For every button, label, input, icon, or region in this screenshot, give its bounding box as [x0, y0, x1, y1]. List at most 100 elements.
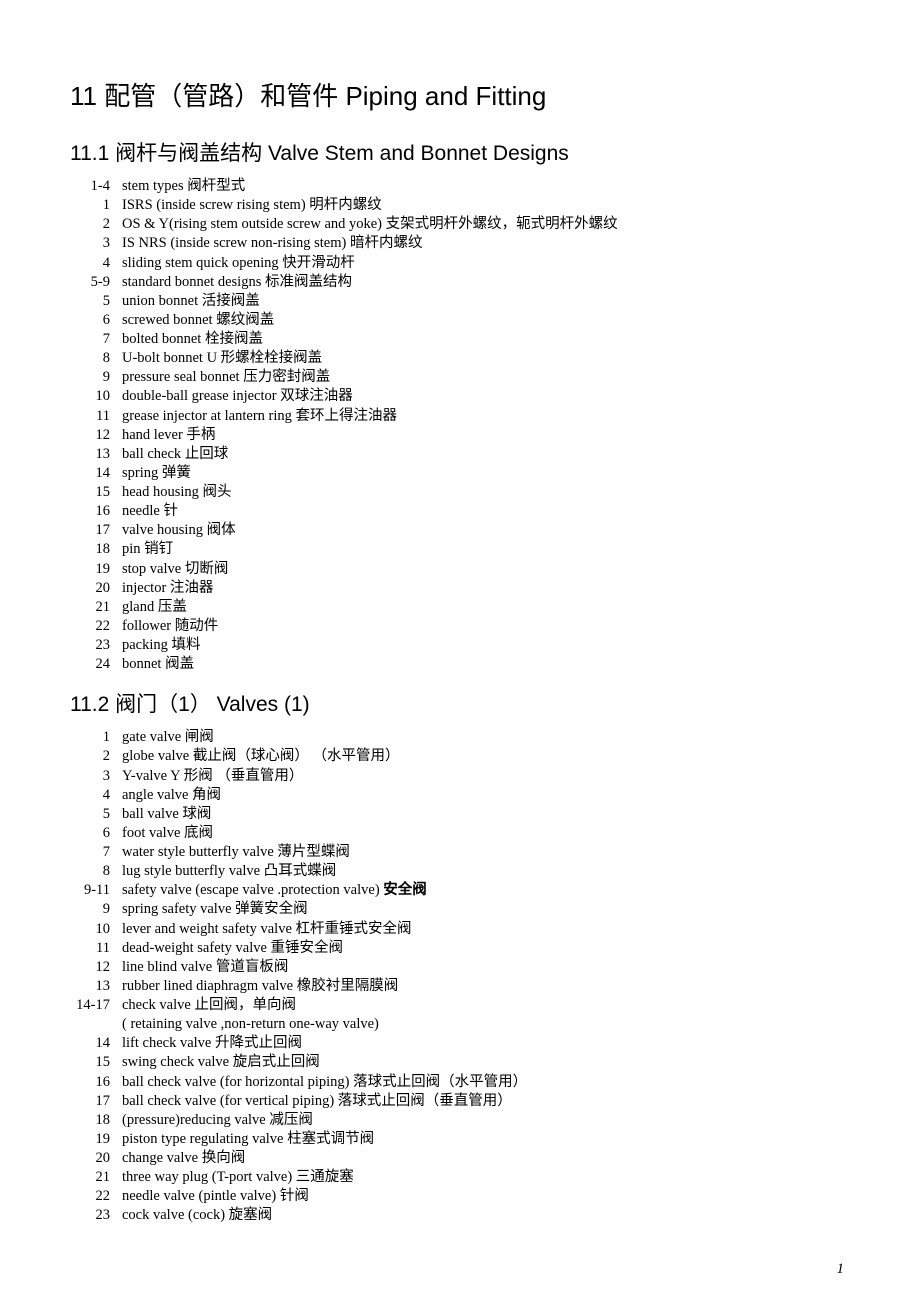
list-item: 24bonnet 阀盖: [70, 655, 850, 674]
item-text: ball check valve (for vertical piping) 落…: [122, 1092, 850, 1111]
item-number: 8: [70, 862, 122, 881]
item-number: 22: [70, 1187, 122, 1206]
list-item: 10double-ball grease injector 双球注油器: [70, 387, 850, 406]
item-number: 16: [70, 1073, 122, 1092]
list-item: 21gland 压盖: [70, 598, 850, 617]
item-text: spring safety valve 弹簧安全阀: [122, 900, 850, 919]
item-text: spring 弹簧: [122, 464, 850, 483]
list-item: 9spring safety valve 弹簧安全阀: [70, 900, 850, 919]
list-item: 6screwed bonnet 螺纹阀盖: [70, 311, 850, 330]
item-text: union bonnet 活接阀盖: [122, 292, 850, 311]
item-number: 18: [70, 540, 122, 559]
list-item: 4sliding stem quick opening 快开滑动杆: [70, 254, 850, 273]
item-number: 10: [70, 387, 122, 406]
list-item: 19stop valve 切断阀: [70, 560, 850, 579]
item-number: 11: [70, 939, 122, 958]
item-text: OS & Y(rising stem outside screw and yok…: [122, 215, 850, 234]
item-number: 6: [70, 311, 122, 330]
item-number: 5: [70, 805, 122, 824]
section-heading: 11.2 阀门（1） Valves (1): [70, 688, 850, 718]
list-item: 9-11safety valve (escape valve .protecti…: [70, 881, 850, 900]
list-item: 20change valve 换向阀: [70, 1149, 850, 1168]
list-item: 7water style butterfly valve 薄片型蝶阀: [70, 843, 850, 862]
item-number: 19: [70, 1130, 122, 1149]
item-number: 16: [70, 502, 122, 521]
item-number: 13: [70, 977, 122, 996]
item-text: standard bonnet designs 标准阀盖结构: [122, 273, 850, 292]
item-number: 21: [70, 1168, 122, 1187]
item-number: 15: [70, 483, 122, 502]
list-item: 16needle 针: [70, 502, 850, 521]
item-text: U-bolt bonnet U 形螺栓栓接阀盖: [122, 349, 850, 368]
list-item: 22follower 随动件: [70, 617, 850, 636]
list-item: 3Y-valve Y 形阀 （垂直管用）: [70, 767, 850, 786]
item-number: 14: [70, 464, 122, 483]
item-number: 19: [70, 560, 122, 579]
item-text: double-ball grease injector 双球注油器: [122, 387, 850, 406]
item-text: needle valve (pintle valve) 针阀: [122, 1187, 850, 1206]
item-text: lever and weight safety valve 杠杆重锤式安全阀: [122, 920, 850, 939]
item-text: cock valve (cock) 旋塞阀: [122, 1206, 850, 1225]
item-number: 7: [70, 843, 122, 862]
item-text: check valve 止回阀，单向阀: [122, 996, 850, 1015]
list-item: 7bolted bonnet 栓接阀盖: [70, 330, 850, 349]
list-item: 9pressure seal bonnet 压力密封阀盖: [70, 368, 850, 387]
item-number: 14-17: [70, 996, 122, 1015]
list-item: 12hand lever 手柄: [70, 426, 850, 445]
item-number: 1-4: [70, 177, 122, 196]
list-item: 18(pressure)reducing valve 减压阀: [70, 1111, 850, 1130]
item-text: piston type regulating valve 柱塞式调节阀: [122, 1130, 850, 1149]
list-item: 18pin 销钉: [70, 540, 850, 559]
item-text: gate valve 闸阀: [122, 728, 850, 747]
item-number: 22: [70, 617, 122, 636]
list-item: 15head housing 阀头: [70, 483, 850, 502]
list-item: 14lift check valve 升降式止回阀: [70, 1034, 850, 1053]
item-number: 9: [70, 900, 122, 919]
item-text: sliding stem quick opening 快开滑动杆: [122, 254, 850, 273]
item-text: safety valve (escape valve .protection v…: [122, 881, 850, 900]
list-item: ( retaining valve ,non-return one-way va…: [70, 1015, 850, 1034]
list-item: 5union bonnet 活接阀盖: [70, 292, 850, 311]
item-text: water style butterfly valve 薄片型蝶阀: [122, 843, 850, 862]
item-text: three way plug (T-port valve) 三通旋塞: [122, 1168, 850, 1187]
item-text: valve housing 阀体: [122, 521, 850, 540]
item-text: ( retaining valve ,non-return one-way va…: [122, 1015, 850, 1034]
item-text: lift check valve 升降式止回阀: [122, 1034, 850, 1053]
item-number: 10: [70, 920, 122, 939]
item-text: stop valve 切断阀: [122, 560, 850, 579]
list-item: 13rubber lined diaphragm valve 橡胶衬里隔膜阀: [70, 977, 850, 996]
item-number: 5-9: [70, 273, 122, 292]
list-item: 23cock valve (cock) 旋塞阀: [70, 1206, 850, 1225]
item-number: 12: [70, 958, 122, 977]
item-number: 14: [70, 1034, 122, 1053]
item-text: ball valve 球阀: [122, 805, 850, 824]
item-text: screwed bonnet 螺纹阀盖: [122, 311, 850, 330]
item-number: 20: [70, 1149, 122, 1168]
item-number: 23: [70, 636, 122, 655]
item-text: swing check valve 旋启式止回阀: [122, 1053, 850, 1072]
list-item: 16ball check valve (for horizontal pipin…: [70, 1073, 850, 1092]
item-text: IS NRS (inside screw non-rising stem) 暗杆…: [122, 234, 850, 253]
item-number: 6: [70, 824, 122, 843]
item-text: change valve 换向阀: [122, 1149, 850, 1168]
list-item: 12line blind valve 管道盲板阀: [70, 958, 850, 977]
item-text: lug style butterfly valve 凸耳式蝶阀: [122, 862, 850, 881]
item-text: angle valve 角阀: [122, 786, 850, 805]
list-item: 11dead-weight safety valve 重锤安全阀: [70, 939, 850, 958]
item-number: 9-11: [70, 881, 122, 900]
item-number: 1: [70, 196, 122, 215]
list-item: 15swing check valve 旋启式止回阀: [70, 1053, 850, 1072]
list-item: 20injector 注油器: [70, 579, 850, 598]
list-item: 5ball valve 球阀: [70, 805, 850, 824]
list-item: 2OS & Y(rising stem outside screw and yo…: [70, 215, 850, 234]
page-number: 1: [837, 1261, 845, 1278]
list-item: 2globe valve 截止阀（球心阀） （水平管用）: [70, 747, 850, 766]
list-item: 8U-bolt bonnet U 形螺栓栓接阀盖: [70, 349, 850, 368]
item-text: packing 填料: [122, 636, 850, 655]
list-item: 22needle valve (pintle valve) 针阀: [70, 1187, 850, 1206]
item-number: 24: [70, 655, 122, 674]
item-number: 3: [70, 767, 122, 786]
list-item: 21three way plug (T-port valve) 三通旋塞: [70, 1168, 850, 1187]
list-item: 11grease injector at lantern ring 套环上得注油…: [70, 407, 850, 426]
item-text: Y-valve Y 形阀 （垂直管用）: [122, 767, 850, 786]
